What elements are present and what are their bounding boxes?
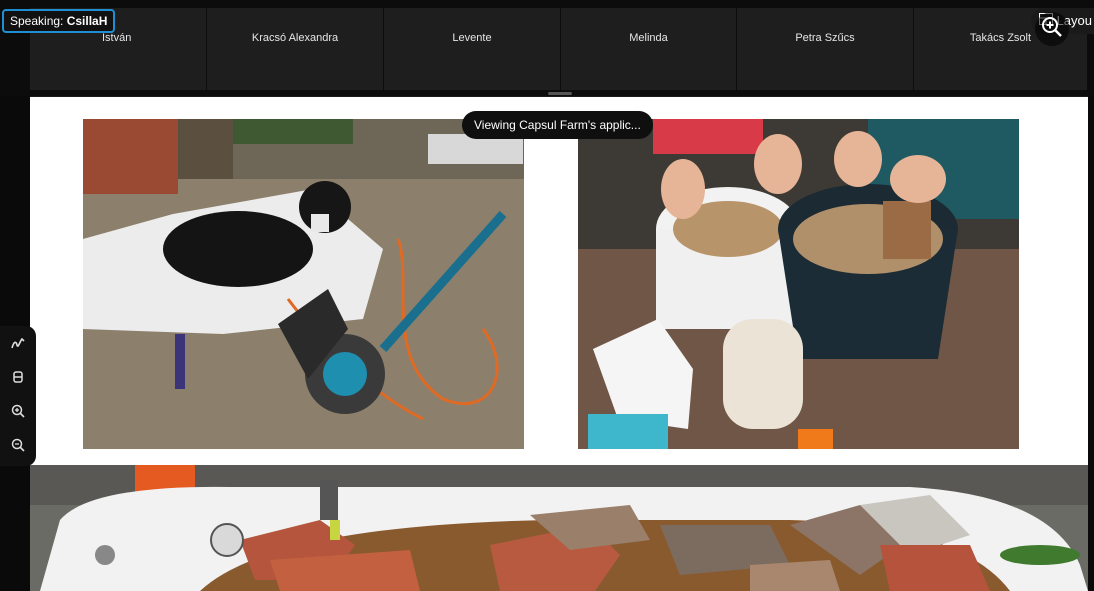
participant-name: István bbox=[102, 32, 132, 44]
pen-tool-button[interactable] bbox=[7, 334, 29, 356]
participant-tile[interactable]: Petra Szűcs bbox=[737, 8, 914, 90]
speaking-indicator: Speaking: CsillaH bbox=[2, 9, 116, 33]
photo-bathtub-bricks bbox=[30, 465, 1088, 591]
share-margin-right bbox=[1088, 96, 1094, 591]
zoom-in-tool-button[interactable] bbox=[7, 402, 29, 424]
speaker-name: CsillaH bbox=[66, 14, 108, 28]
participant-tile[interactable]: Melinda bbox=[561, 8, 737, 90]
participant-tile[interactable]: Levente bbox=[384, 8, 561, 90]
annotation-toolbar bbox=[0, 326, 36, 466]
participant-name: Melinda bbox=[629, 32, 668, 44]
participant-strip: István Kracsó Alexandra Levente Melinda … bbox=[0, 0, 1094, 96]
speaking-prefix: Speaking: bbox=[10, 14, 64, 28]
zoom-out-tool-button[interactable] bbox=[7, 436, 29, 458]
participant-name: Levente bbox=[452, 32, 492, 44]
zoom-out-icon bbox=[10, 437, 26, 458]
pen-icon bbox=[10, 335, 26, 356]
zoom-in-icon bbox=[10, 403, 26, 424]
participant-name: Petra Szűcs bbox=[795, 32, 855, 44]
participant-tile[interactable]: Kracsó Alexandra bbox=[207, 8, 384, 90]
strip-drag-handle[interactable] bbox=[548, 92, 572, 95]
viewing-banner: Viewing Capsul Farm's applic... bbox=[462, 111, 653, 139]
eraser-icon bbox=[10, 369, 26, 390]
photo-dog-trimmer bbox=[83, 119, 524, 449]
screen-share[interactable] bbox=[30, 97, 1088, 591]
photo-hands-buckets bbox=[578, 119, 1019, 449]
zoom-in-icon bbox=[1040, 15, 1064, 44]
participant-name: Kracsó Alexandra bbox=[251, 32, 339, 44]
eraser-tool-button[interactable] bbox=[7, 368, 29, 390]
magnify-button[interactable] bbox=[1035, 12, 1069, 46]
